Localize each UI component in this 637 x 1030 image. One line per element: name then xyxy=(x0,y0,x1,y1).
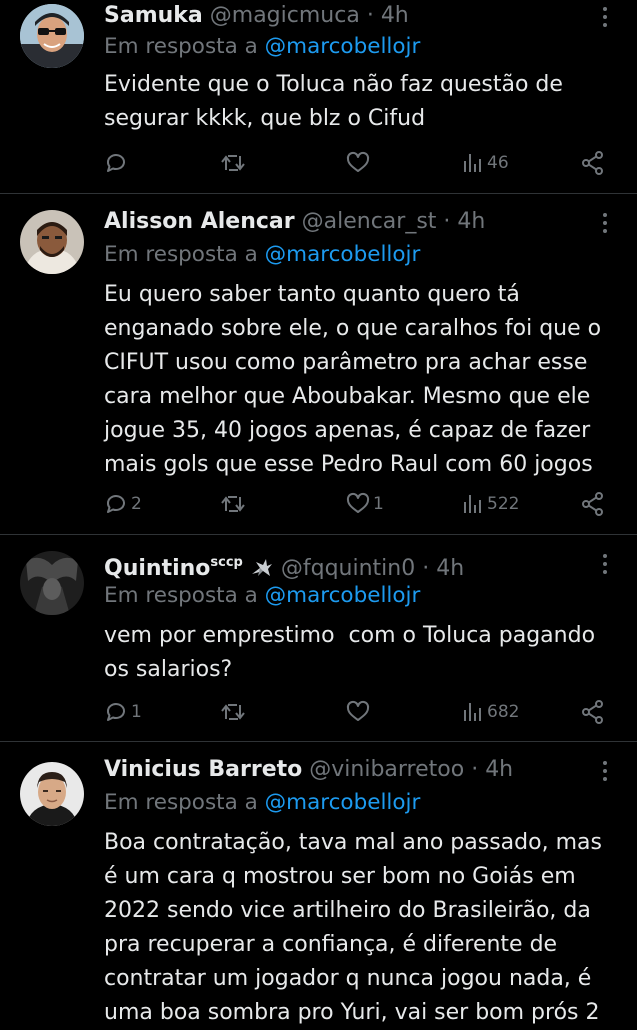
retweet-icon xyxy=(221,155,245,171)
author-name[interactable]: Vinicius Barreto xyxy=(104,757,302,782)
tweet-2[interactable]: Alisson Alencar @alencar_st · 4h Em resp… xyxy=(0,194,637,534)
tweet-text: Boa contratação, tava mal ano passado, m… xyxy=(104,830,602,1025)
more-button[interactable] xyxy=(595,4,615,34)
reply-prefix: Em resposta a xyxy=(104,583,258,608)
separator-dot: · xyxy=(471,757,479,782)
retweet-icon xyxy=(221,704,245,720)
more-icon xyxy=(603,7,607,27)
like-button[interactable] xyxy=(346,146,373,180)
reply-mention-link[interactable]: @marcobellojr xyxy=(265,790,421,815)
reply-context: Em resposta a @marcobellojr xyxy=(104,788,420,818)
views-button[interactable]: 682 xyxy=(462,695,519,729)
timestamp[interactable]: 4h xyxy=(485,757,513,782)
author-handle[interactable]: @magicmuca xyxy=(210,3,360,28)
action-bar: 46 xyxy=(104,146,609,180)
like-count: 1 xyxy=(373,494,384,514)
more-icon xyxy=(603,213,607,233)
more-button[interactable] xyxy=(595,758,615,788)
views-icon xyxy=(464,703,481,721)
reply-button[interactable]: 2 xyxy=(104,487,142,521)
tweet-header: Alisson Alencar @alencar_st · 4h xyxy=(104,206,593,238)
avatar[interactable] xyxy=(20,551,84,615)
like-button[interactable] xyxy=(346,695,373,729)
reply-icon xyxy=(107,154,125,172)
reply-prefix: Em resposta a xyxy=(104,242,258,267)
tweet-1[interactable]: Samuka @magicmuca · 4h Em resposta a @ma… xyxy=(0,0,637,193)
share-button[interactable] xyxy=(580,146,606,180)
reply-mention-link[interactable]: @marcobellojr xyxy=(265,583,421,608)
share-button[interactable] xyxy=(580,487,606,521)
reply-mention-link[interactable]: @marcobellojr xyxy=(265,242,421,267)
reply-count: 1 xyxy=(131,702,142,722)
reply-count: 2 xyxy=(131,494,142,514)
tweet-text: Evidente que o Toluca não faz questão de… xyxy=(104,72,563,131)
timestamp[interactable]: 4h xyxy=(436,556,464,579)
reply-button[interactable]: 1 xyxy=(104,695,142,729)
tweet-header: Vinicius Barreto @vinibarretoo · 4h xyxy=(104,754,593,786)
author-handle[interactable]: @vinibarretoo xyxy=(309,757,464,782)
share-icon xyxy=(582,700,603,724)
retweet-button[interactable] xyxy=(220,487,249,521)
tweet-text: Eu quero saber tanto quanto quero tá eng… xyxy=(104,282,602,477)
share-button[interactable] xyxy=(580,695,606,729)
like-icon xyxy=(346,700,370,721)
reply-context: Em resposta a @marcobellojr xyxy=(104,240,420,270)
views-button[interactable]: 522 xyxy=(462,487,519,521)
avatar-image xyxy=(20,210,84,274)
avatar[interactable] xyxy=(20,762,84,826)
reply-icon xyxy=(107,703,125,721)
reply-prefix: Em resposta a xyxy=(104,34,258,59)
views-count: 682 xyxy=(487,702,520,722)
timestamp[interactable]: 4h xyxy=(457,209,485,234)
views-count: 46 xyxy=(487,153,509,173)
more-icon xyxy=(603,761,607,781)
reply-button[interactable] xyxy=(104,146,131,180)
more-icon xyxy=(603,554,607,574)
tweet-3[interactable]: Quintinosccp @fqquintin0 · 4h Em respost… xyxy=(0,535,637,741)
avatar-image xyxy=(20,762,84,826)
avatar-image xyxy=(20,4,84,68)
tweet-header: Quintinosccp @fqquintin0 · 4h xyxy=(104,547,593,579)
share-icon xyxy=(582,492,603,516)
avatar-image xyxy=(20,551,84,615)
like-icon xyxy=(346,492,370,513)
reply-mention-link[interactable]: @marcobellojr xyxy=(265,34,421,59)
views-button[interactable]: 46 xyxy=(462,146,509,180)
reply-context: Em resposta a @marcobellojr xyxy=(104,32,420,62)
reply-context: Em resposta a @marcobellojr xyxy=(104,581,420,611)
like-icon xyxy=(346,151,370,172)
views-icon xyxy=(464,495,481,513)
tweet-text: vem por emprestimo com o Toluca pagando … xyxy=(104,623,603,682)
like-button[interactable]: 1 xyxy=(346,487,384,521)
retweet-icon xyxy=(221,496,245,512)
action-bar: 1 682 xyxy=(104,695,609,729)
author-name[interactable]: Alisson Alencar xyxy=(104,209,295,234)
retweet-button[interactable] xyxy=(220,695,249,729)
views-icon xyxy=(464,154,481,172)
retweet-button[interactable] xyxy=(220,146,249,180)
reply-prefix: Em resposta a xyxy=(104,790,258,815)
reply-icon xyxy=(107,495,125,513)
separator-dot: · xyxy=(366,3,374,28)
tweet-header: Samuka @magicmuca · 4h xyxy=(104,0,593,32)
author-name[interactable]: Quintino xyxy=(104,556,210,579)
tweet-4[interactable]: Vinicius Barreto @vinibarretoo · 4h Em r… xyxy=(0,742,637,1025)
avatar[interactable] xyxy=(20,4,84,68)
separator-dot: · xyxy=(422,556,430,579)
action-bar: 2 1 522 xyxy=(104,487,609,521)
author-handle[interactable]: @alencar_st xyxy=(302,209,437,234)
author-name-superscript: sccp xyxy=(210,555,243,570)
more-button[interactable] xyxy=(595,210,615,240)
author-handle[interactable]: @fqquintin0 xyxy=(281,556,415,579)
bird-emoji-icon xyxy=(251,559,272,576)
share-icon xyxy=(582,151,603,175)
timestamp[interactable]: 4h xyxy=(381,3,409,28)
avatar[interactable] xyxy=(20,210,84,274)
author-name[interactable]: Samuka xyxy=(104,3,203,28)
more-button[interactable] xyxy=(595,551,615,581)
separator-dot: · xyxy=(443,209,451,234)
views-count: 522 xyxy=(487,494,520,514)
